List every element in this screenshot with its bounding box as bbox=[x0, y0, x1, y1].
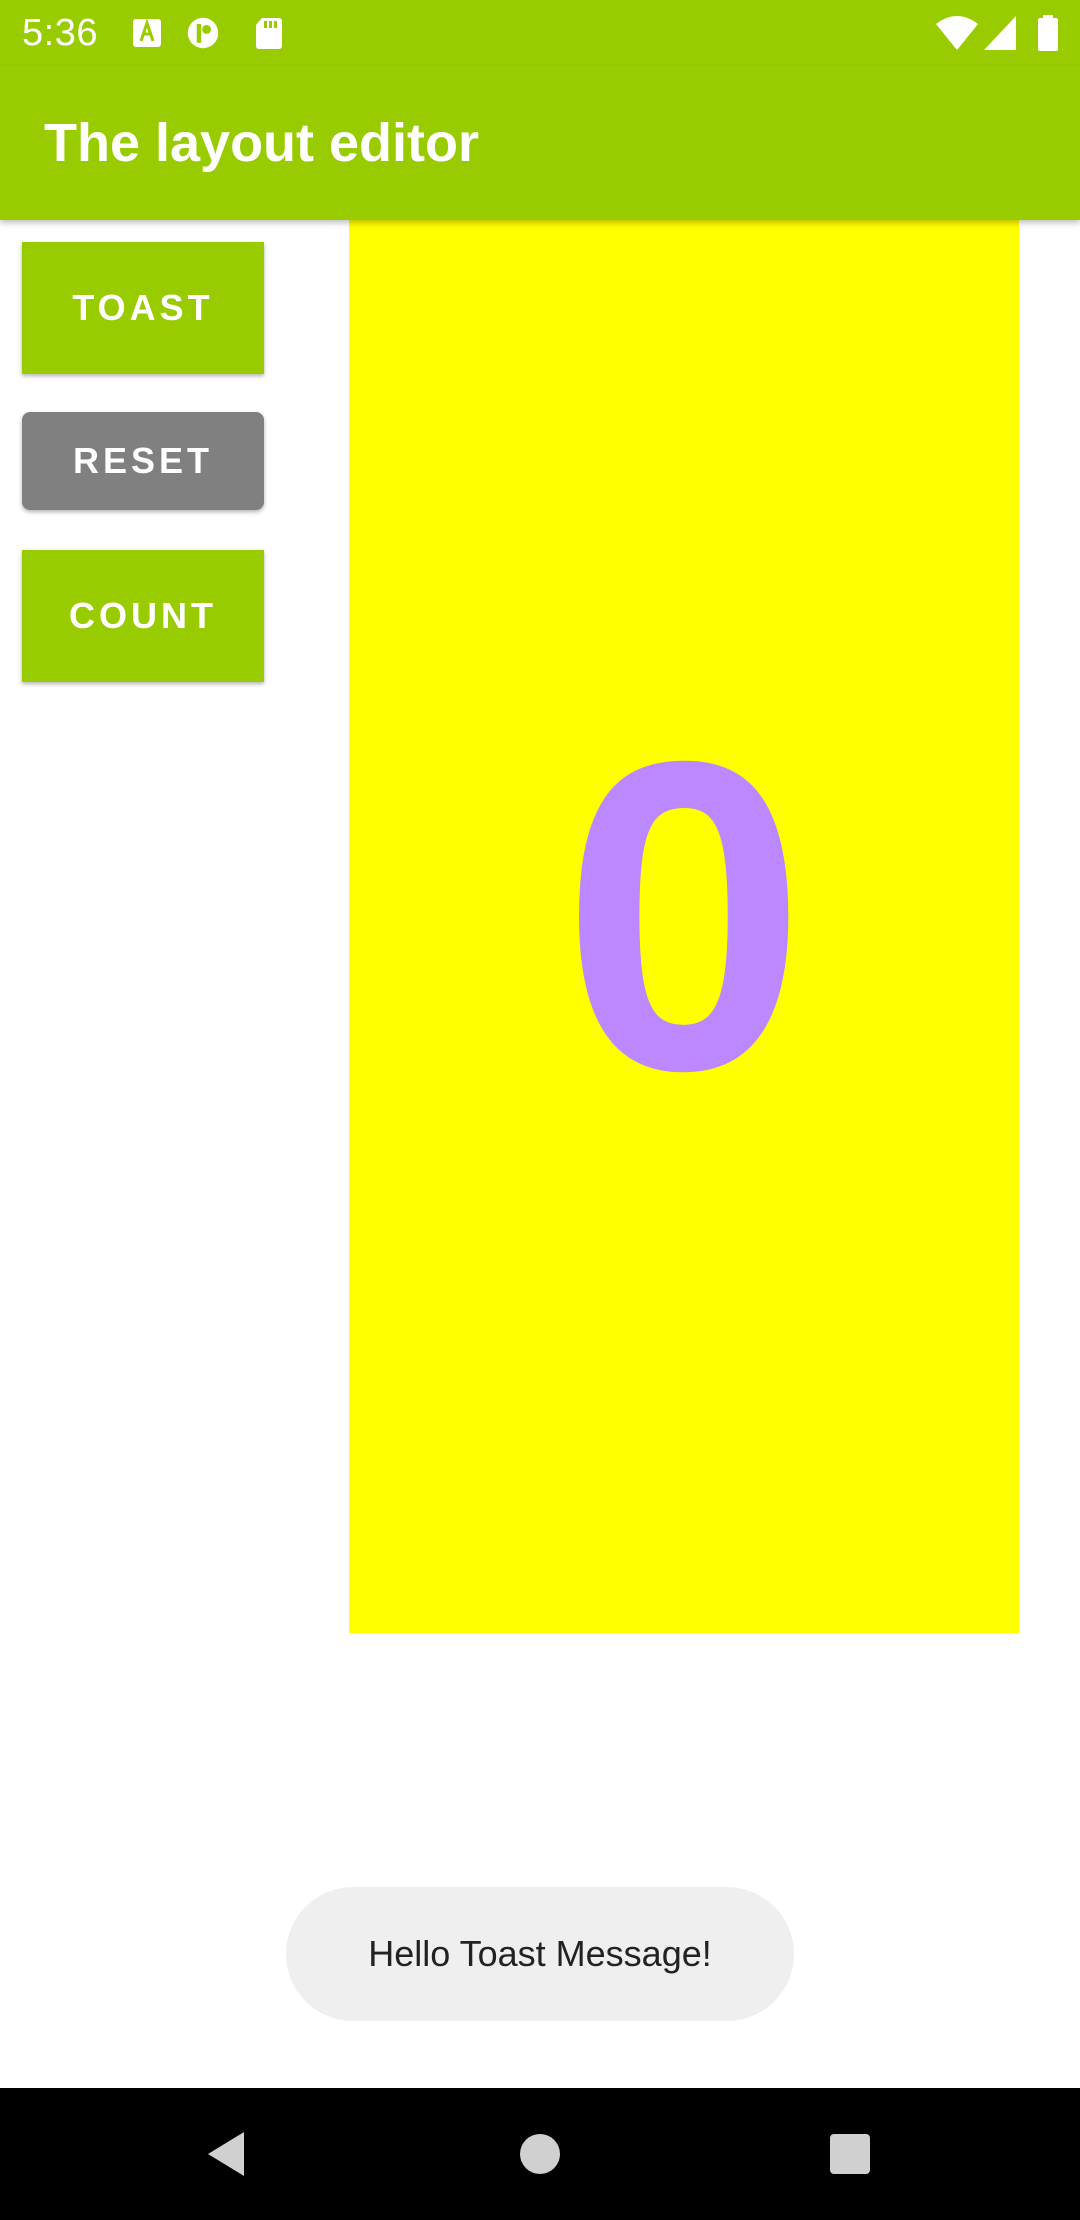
status-bar: 5:36 bbox=[0, 0, 1080, 66]
toast-message: Hello Toast Message! bbox=[286, 1887, 794, 2021]
navigation-bar bbox=[0, 2088, 1080, 2220]
back-icon[interactable] bbox=[198, 2126, 254, 2182]
p-icon bbox=[187, 17, 219, 49]
a-icon bbox=[133, 18, 161, 47]
app-bar: The layout editor bbox=[0, 66, 1080, 220]
count-button[interactable]: COUNT bbox=[22, 550, 264, 682]
recents-icon[interactable] bbox=[822, 2126, 878, 2182]
page-title: The layout editor bbox=[44, 113, 480, 173]
signal-icon bbox=[984, 16, 1016, 50]
battery-icon bbox=[1038, 15, 1058, 51]
reset-button[interactable]: RESET bbox=[22, 412, 264, 510]
counter-panel: 0 bbox=[349, 220, 1019, 1633]
toast-button[interactable]: TOAST bbox=[22, 242, 264, 374]
wifi-icon bbox=[936, 16, 978, 50]
status-time: 5:36 bbox=[22, 12, 98, 54]
sd-card-icon bbox=[256, 18, 282, 49]
home-icon[interactable] bbox=[512, 2126, 568, 2182]
counter-value: 0 bbox=[561, 671, 807, 1162]
